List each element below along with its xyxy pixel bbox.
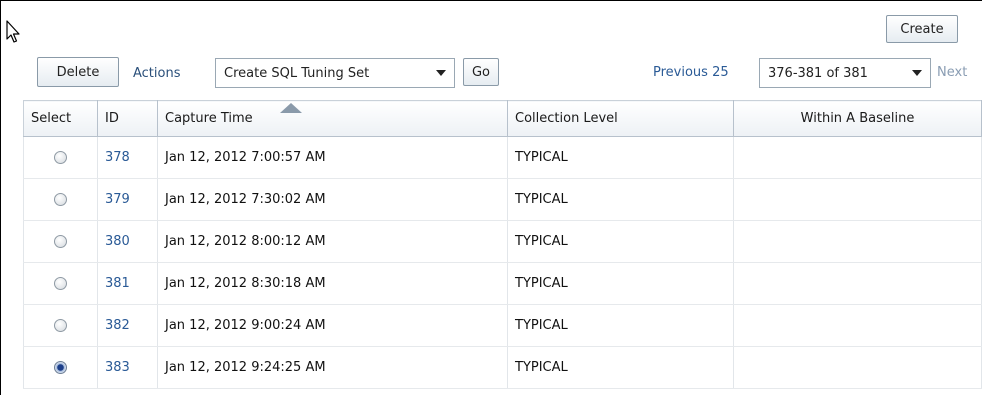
id-cell: 381 (97, 262, 158, 305)
table-row: 381 Jan 12, 2012 8:30:18 AM TYPICAL (23, 262, 982, 305)
collection-level-cell: TYPICAL (507, 346, 734, 389)
baseline-cell (733, 262, 982, 305)
table-header-row: Select ID Capture Time Collection Level … (23, 100, 982, 137)
column-header-capture-time[interactable]: Capture Time (157, 100, 508, 137)
select-cell (23, 136, 98, 179)
row-select-radio[interactable] (54, 361, 67, 374)
select-cell (23, 178, 98, 221)
capture-time-cell: Jan 12, 2012 8:30:18 AM (157, 262, 508, 305)
page-range-value: 376-381 of 381 (768, 65, 868, 81)
baseline-cell (733, 136, 982, 179)
create-button[interactable]: Create (886, 15, 958, 43)
baseline-cell (733, 304, 982, 347)
capture-time-cell: Jan 12, 2012 8:00:12 AM (157, 220, 508, 263)
select-cell (23, 304, 98, 347)
column-header-id[interactable]: ID (97, 100, 158, 137)
table-row: 382 Jan 12, 2012 9:00:24 AM TYPICAL (23, 304, 982, 347)
select-cell (23, 346, 98, 389)
capture-time-cell: Jan 12, 2012 7:00:57 AM (157, 136, 508, 179)
previous-page-link[interactable]: Previous 25 (653, 65, 729, 80)
next-page-link: Next (937, 65, 968, 80)
collection-level-cell: TYPICAL (507, 136, 734, 179)
id-cell: 378 (97, 136, 158, 179)
baseline-cell (733, 346, 982, 389)
select-cell (23, 220, 98, 263)
table-row: 378 Jan 12, 2012 7:00:57 AM TYPICAL (23, 136, 982, 179)
page-range-select[interactable]: 376-381 of 381 (759, 58, 931, 88)
collection-level-cell: TYPICAL (507, 262, 734, 305)
select-cell (23, 262, 98, 305)
column-header-capture-time-label: Capture Time (165, 111, 253, 126)
sort-ascending-icon (280, 103, 302, 113)
row-select-radio[interactable] (54, 193, 67, 206)
mouse-pointer-icon (6, 20, 20, 43)
id-cell: 379 (97, 178, 158, 221)
column-header-collection-level[interactable]: Collection Level (507, 100, 734, 137)
collection-level-cell: TYPICAL (507, 178, 734, 221)
snapshot-id-link[interactable]: 380 (105, 234, 130, 249)
table-row: 380 Jan 12, 2012 8:00:12 AM TYPICAL (23, 220, 982, 263)
actions-label: Actions (133, 66, 181, 81)
snapshot-id-link[interactable]: 379 (105, 192, 130, 207)
id-cell: 382 (97, 304, 158, 347)
snapshots-table: Select ID Capture Time Collection Level … (23, 100, 982, 389)
go-button[interactable]: Go (463, 58, 499, 86)
id-cell: 380 (97, 220, 158, 263)
snapshot-id-link[interactable]: 383 (105, 360, 130, 375)
row-select-radio[interactable] (54, 151, 67, 164)
snapshot-id-link[interactable]: 382 (105, 318, 130, 333)
column-header-within-baseline[interactable]: Within A Baseline (733, 100, 982, 137)
row-select-radio[interactable] (54, 319, 67, 332)
row-select-radio[interactable] (54, 277, 67, 290)
baseline-cell (733, 220, 982, 263)
actions-select-value: Create SQL Tuning Set (224, 65, 370, 81)
baseline-cell (733, 178, 982, 221)
capture-time-cell: Jan 12, 2012 7:30:02 AM (157, 178, 508, 221)
snapshot-id-link[interactable]: 381 (105, 276, 130, 291)
collection-level-cell: TYPICAL (507, 304, 734, 347)
chevron-down-icon (436, 70, 446, 76)
capture-time-cell: Jan 12, 2012 9:24:25 AM (157, 346, 508, 389)
snapshot-id-link[interactable]: 378 (105, 150, 130, 165)
table-row: 383 Jan 12, 2012 9:24:25 AM TYPICAL (23, 346, 982, 389)
table-row: 379 Jan 12, 2012 7:30:02 AM TYPICAL (23, 178, 982, 221)
row-select-radio[interactable] (54, 235, 67, 248)
actions-select[interactable]: Create SQL Tuning Set (215, 58, 455, 88)
column-header-select: Select (23, 100, 98, 137)
collection-level-cell: TYPICAL (507, 220, 734, 263)
id-cell: 383 (97, 346, 158, 389)
delete-button[interactable]: Delete (37, 57, 119, 87)
capture-time-cell: Jan 12, 2012 9:00:24 AM (157, 304, 508, 347)
chevron-down-icon (912, 70, 922, 76)
